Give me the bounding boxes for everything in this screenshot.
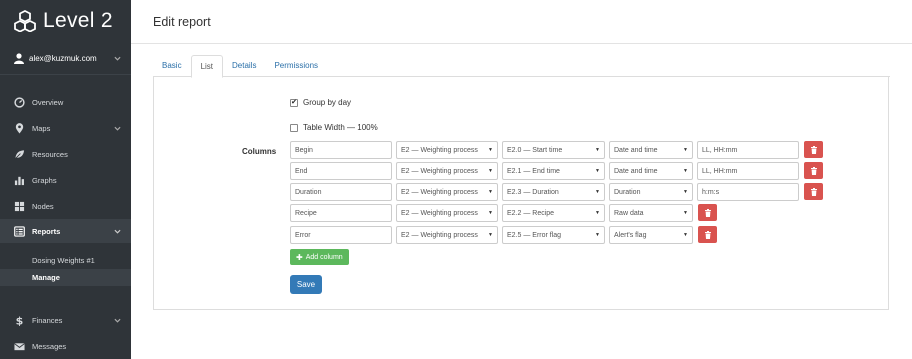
tab-basic[interactable]: Basic: [153, 55, 191, 77]
columns-label: Columns: [242, 147, 277, 156]
bar-chart-icon: [14, 176, 24, 185]
nav-item-nodes[interactable]: Nodes: [0, 193, 131, 219]
column-process-select[interactable]: E2 — Weighting process: [396, 226, 498, 244]
column-process-select[interactable]: E2 — Weighting process: [396, 162, 498, 180]
nav-item-label: Overview: [32, 97, 64, 107]
column-row: Error E2 — Weighting process E2.5 — Erro…: [290, 226, 717, 244]
subnav-item-manage[interactable]: Manage: [0, 269, 131, 286]
user-icon: [14, 52, 24, 64]
main-content: Edit report Basic List Details Permissio…: [131, 0, 912, 359]
column-field-select[interactable]: E2.5 — Error flag: [502, 226, 605, 244]
tab-details[interactable]: Details: [223, 55, 265, 77]
table-width-label: Table Width — 100%: [303, 123, 378, 132]
column-name-input[interactable]: Recipe: [290, 204, 392, 222]
nav-item-label: Reports: [32, 226, 61, 236]
delete-column-button[interactable]: [804, 141, 823, 158]
tab-list[interactable]: List: [190, 55, 224, 78]
table-width-checkbox[interactable]: [290, 123, 298, 132]
grid-icon: [14, 201, 25, 211]
trash-icon: [810, 166, 817, 175]
column-row: Duration E2 — Weighting process E2.3 — D…: [290, 183, 823, 201]
sidebar: Level 2 alex@kuzmuk.com Overview Maps Re…: [0, 0, 131, 359]
nav-item-label: Resources: [32, 149, 68, 159]
page-header: Edit report: [131, 0, 912, 44]
column-format-input[interactable]: h:m:s: [697, 183, 799, 201]
delete-column-button[interactable]: [804, 183, 823, 200]
column-field-select[interactable]: E2.0 — Start time: [502, 141, 605, 159]
chevron-down-icon: [114, 126, 121, 131]
column-row: Recipe E2 — Weighting process E2.2 — Rec…: [290, 204, 717, 222]
column-field-select[interactable]: E2.3 — Duration: [502, 183, 605, 201]
nav-item-finances[interactable]: $ Finances: [0, 307, 131, 333]
group-by-day-checkbox[interactable]: ✔: [290, 98, 298, 107]
column-type-select[interactable]: Raw data: [609, 204, 693, 222]
column-name-input[interactable]: Error: [290, 226, 392, 244]
tab-permissions[interactable]: Permissions: [265, 55, 327, 77]
column-format-input[interactable]: LL, HH:mm: [697, 162, 799, 180]
column-row: End E2 — Weighting process E2.1 — End ti…: [290, 162, 823, 180]
nav-item-maps[interactable]: Maps: [0, 115, 131, 141]
svg-text:$: $: [16, 315, 24, 326]
add-column-label: Add column: [305, 253, 343, 261]
user-email: alex@kuzmuk.com: [29, 53, 97, 63]
column-field-select[interactable]: E2.1 — End time: [502, 162, 605, 180]
delete-column-button[interactable]: [698, 204, 717, 221]
subnav-item-dosing-weights[interactable]: Dosing Weights #1: [0, 252, 131, 269]
list-tab-panel: ✔ Group by day Table Width — 100% Column…: [153, 77, 889, 310]
nav-item-label: Finances: [32, 315, 63, 325]
table-width-option[interactable]: Table Width — 100%: [290, 123, 378, 132]
delete-column-button[interactable]: [804, 162, 823, 179]
dollar-icon: $: [16, 315, 24, 326]
plus-icon: ✚: [296, 252, 303, 262]
nav-item-resources[interactable]: Resources: [0, 141, 131, 167]
column-row: Begin E2 — Weighting process E2.0 — Star…: [290, 141, 823, 159]
column-format-input[interactable]: LL, HH:mm: [697, 141, 799, 159]
page-title: Edit report: [153, 14, 211, 29]
nav-item-reports[interactable]: Reports: [0, 219, 131, 243]
column-field-select[interactable]: E2.2 — Recipe: [502, 204, 605, 222]
group-by-day-option[interactable]: ✔ Group by day: [290, 98, 351, 107]
nav-item-label: Nodes: [32, 201, 54, 211]
envelope-icon: [14, 342, 25, 350]
brand[interactable]: Level 2: [0, 0, 131, 42]
trash-icon: [810, 145, 817, 154]
column-type-select[interactable]: Duration: [609, 183, 693, 201]
trash-icon: [704, 230, 711, 239]
column-name-input[interactable]: Begin: [290, 141, 392, 159]
trash-icon: [704, 208, 711, 217]
chevron-down-icon: [114, 229, 121, 234]
cubes-logo-icon: [14, 10, 36, 32]
column-process-select[interactable]: E2 — Weighting process: [396, 204, 498, 222]
nav-item-label: Messages: [32, 341, 67, 351]
main-nav: Overview Maps Resources Graphs Nodes Rep…: [0, 89, 131, 359]
column-type-select[interactable]: Date and time: [609, 162, 693, 180]
map-marker-icon: [15, 122, 24, 134]
save-button[interactable]: Save: [290, 275, 322, 294]
dashboard-icon: [14, 96, 25, 108]
user-menu[interactable]: alex@kuzmuk.com: [0, 42, 131, 75]
chevron-down-icon: [114, 56, 121, 61]
trash-icon: [810, 187, 817, 196]
list-alt-icon: [14, 225, 25, 237]
column-process-select[interactable]: E2 — Weighting process: [396, 183, 498, 201]
nav-item-messages[interactable]: Messages: [0, 333, 131, 359]
column-type-select[interactable]: Date and time: [609, 141, 693, 159]
add-column-button[interactable]: ✚ Add column: [290, 249, 349, 265]
group-by-day-label: Group by day: [303, 98, 352, 107]
column-name-input[interactable]: Duration: [290, 183, 392, 201]
tab-bar: Basic List Details Permissions: [153, 55, 890, 78]
column-name-input[interactable]: End: [290, 162, 392, 180]
nav-item-label: Maps: [32, 123, 51, 133]
nav-item-label: Graphs: [32, 175, 57, 185]
delete-column-button[interactable]: [698, 226, 717, 243]
reports-subnav: Dosing Weights #1 Manage: [0, 243, 131, 286]
column-process-select[interactable]: E2 — Weighting process: [396, 141, 498, 159]
chevron-down-icon: [114, 318, 121, 323]
nav-item-overview[interactable]: Overview: [0, 89, 131, 115]
brand-title: Level 2: [43, 9, 113, 32]
nav-item-graphs[interactable]: Graphs: [0, 167, 131, 193]
column-type-select[interactable]: Alert's flag: [609, 226, 693, 244]
leaf-icon: [14, 149, 25, 159]
